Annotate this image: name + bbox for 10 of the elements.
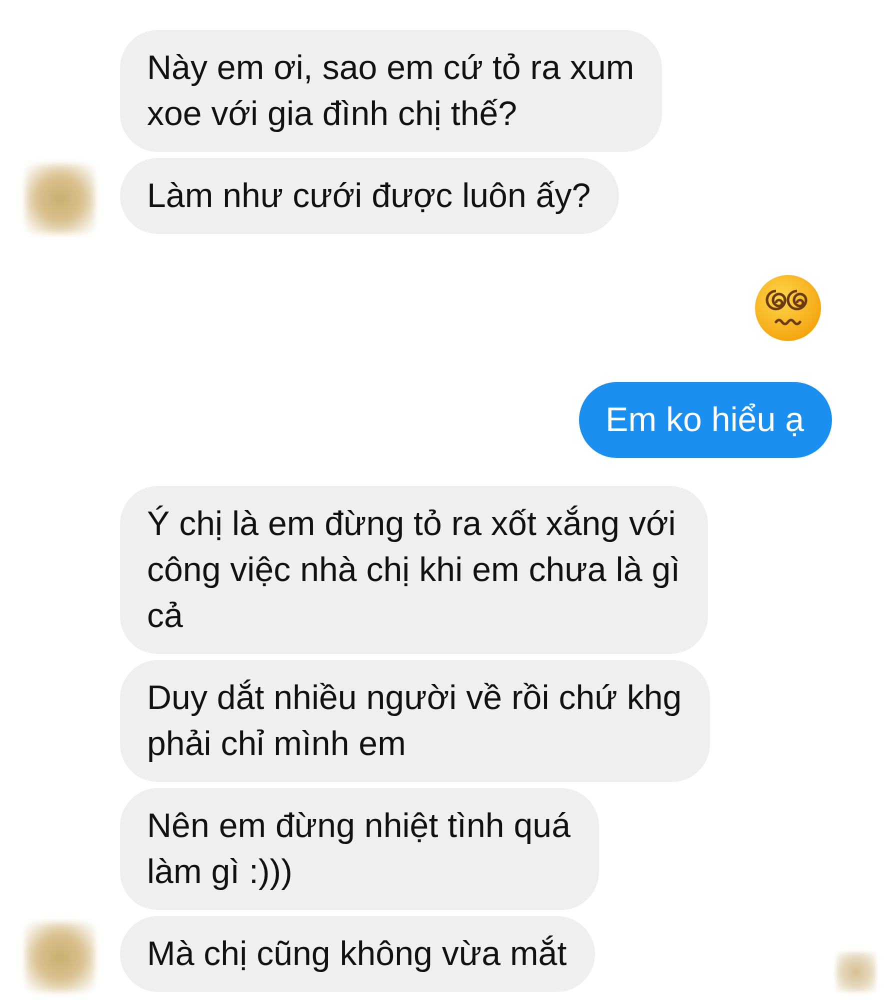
message-bubble: Duy dắt nhiều người về rồi chứ khg phải chỉ mình em <box>120 660 710 782</box>
avatar <box>25 164 95 234</box>
message-bubble: Làm như cưới được luôn ấy? <box>120 158 619 234</box>
message-bubble: Em ko hiểu ạ <box>578 382 832 458</box>
avatar <box>25 922 95 992</box>
message-bubble: Này em ơi, sao em cứ tỏ ra xum xoe với gia đình chị thế? <box>120 30 662 152</box>
message-bubble: Mà chị cũng không vừa mắt <box>120 916 595 992</box>
dizzy-face-emoji-icon <box>754 274 822 342</box>
message-bubble: Ý chị là em đừng tỏ ra xốt xắng với công việc nhà chị khi em chưa là gì cả <box>120 486 708 654</box>
message-bubble: Nên em đừng nhiệt tình quá làm gì :))) <box>120 788 598 910</box>
